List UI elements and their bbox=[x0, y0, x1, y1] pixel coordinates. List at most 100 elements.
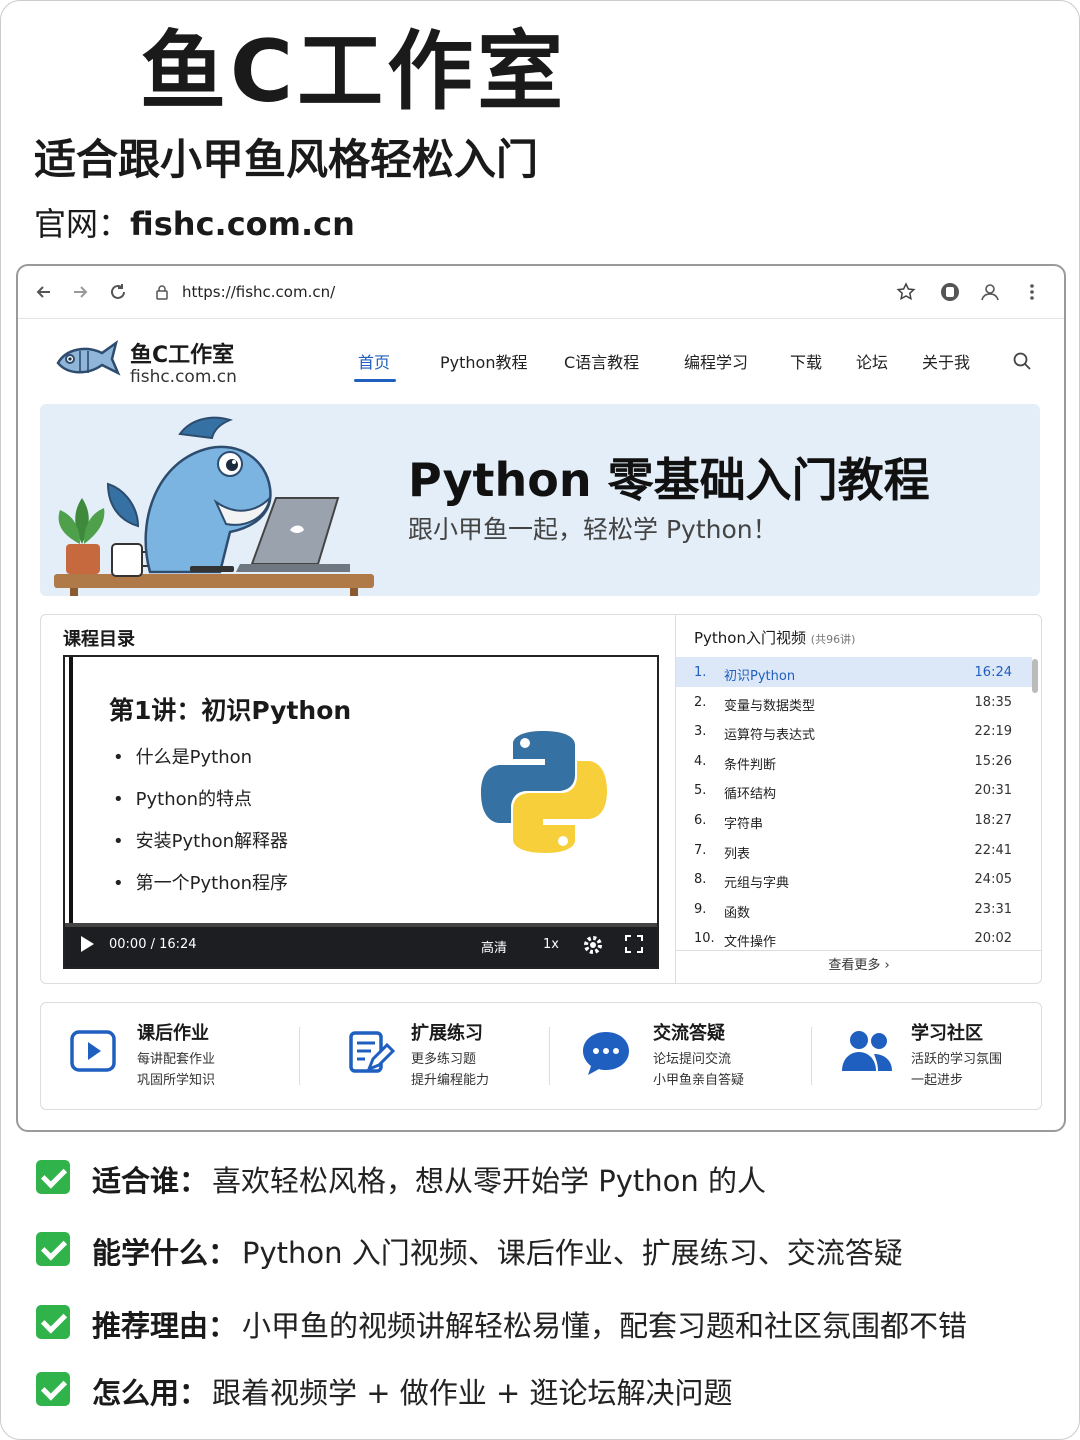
course-section-title: 课程目录 bbox=[63, 629, 135, 650]
edit-note-icon bbox=[347, 1029, 396, 1081]
video-time: 00:00 / 16:24 bbox=[109, 937, 197, 952]
playlist-item-title: 字符串 bbox=[724, 816, 764, 832]
nav-forum[interactable]: 论坛 bbox=[856, 349, 888, 373]
check-text: 喜欢轻松风格，想从零开始学 Python 的人 bbox=[212, 1164, 766, 1198]
playlist-item[interactable]: 1. 初识Python 16:24 bbox=[676, 657, 1032, 687]
feature-desc-line: 一起进步 bbox=[911, 1073, 964, 1088]
playlist-item[interactable]: 8. 元组与字典 24:05 bbox=[676, 864, 1032, 894]
site-url: fishc.com.cn bbox=[130, 205, 355, 243]
nav-active-indicator bbox=[354, 379, 396, 382]
playlist-item-duration: 23:31 bbox=[974, 901, 1012, 917]
playlist-item-duration: 20:31 bbox=[974, 783, 1012, 799]
playlist-item-title: 变量与数据类型 bbox=[724, 698, 816, 714]
checkmark-icon bbox=[36, 1160, 70, 1194]
view-more-link[interactable]: 查看更多 › bbox=[676, 950, 1042, 983]
lesson-bullet: 什么是Python bbox=[113, 743, 288, 769]
playlist-item-number: 4. bbox=[694, 753, 707, 769]
feature-desc: 论坛提问交流 小甲鱼亲自答疑 bbox=[653, 1049, 744, 1091]
feature-desc-line: 更多练习题 bbox=[411, 1052, 477, 1067]
playlist-item-number: 7. bbox=[694, 842, 707, 858]
feature-community[interactable]: 学习社区 活跃的学习氛围 一起进步 bbox=[841, 1003, 1037, 1109]
feature-title: 交流答疑 bbox=[653, 1023, 725, 1044]
playlist: Python入门视频 (共96讲) 1. 初识Python 16:24 2. 变量与数据… bbox=[675, 615, 1042, 983]
nav-c-tutorial[interactable]: C语言教程 bbox=[564, 349, 639, 373]
playlist-rows: 1. 初识Python 16:24 2. 变量与数据类型 18:35 3. 运算符与表达式 22… bbox=[676, 657, 1032, 953]
divider bbox=[811, 1027, 812, 1085]
feature-homework[interactable]: 课后作业 每讲配套作业 巩固所学知识 bbox=[65, 1003, 295, 1109]
back-icon[interactable] bbox=[32, 280, 56, 304]
feature-desc-line: 活跃的学习氛围 bbox=[911, 1052, 1003, 1067]
playlist-item-number: 5. bbox=[694, 783, 707, 799]
banner-title: Python 零基础入门教程 bbox=[408, 453, 930, 507]
check-text: 跟着视频学 + 做作业 + 逛论坛解决问题 bbox=[212, 1376, 733, 1410]
feature-desc: 更多练习题 提升编程能力 bbox=[411, 1049, 489, 1091]
video-player[interactable]: 第1讲：初识Python 什么是Python Python的特点 安装Pytho… bbox=[63, 655, 659, 969]
playlist-item-number: 6. bbox=[694, 812, 707, 828]
feature-qa[interactable]: 交流答疑 论坛提问交流 小甲鱼亲自答疑 bbox=[581, 1003, 801, 1109]
playlist-item[interactable]: 7. 列表 22:41 bbox=[676, 835, 1032, 865]
playlist-item-title: 文件操作 bbox=[724, 935, 777, 951]
lesson-bullet: 第一个Python程序 bbox=[113, 869, 288, 895]
feature-desc: 每讲配套作业 巩固所学知识 bbox=[137, 1049, 215, 1091]
brand-name[interactable]: 鱼C工作室 bbox=[130, 337, 234, 369]
check-label: 推荐理由： bbox=[92, 1309, 238, 1343]
playlist-item[interactable]: 2. 变量与数据类型 18:35 bbox=[676, 687, 1032, 717]
settings-gear-icon[interactable] bbox=[583, 935, 603, 959]
site-nav: 鱼C工作室 fishc.com.cn 首页 Python教程 C语言教程 编程学… bbox=[18, 319, 1064, 405]
brand-url: fishc.com.cn bbox=[130, 367, 237, 387]
video-slide: 第1讲：初识Python 什么是Python Python的特点 安装Pytho… bbox=[69, 657, 657, 923]
nav-programming[interactable]: 编程学习 bbox=[684, 349, 748, 373]
mascot-illustration bbox=[54, 416, 374, 596]
feature-desc-line: 小甲鱼亲自答疑 bbox=[653, 1073, 745, 1088]
video-progress-bar[interactable] bbox=[65, 923, 657, 927]
forward-icon[interactable] bbox=[68, 280, 92, 304]
check-text: Python 入门视频、课后作业、扩展练习、交流答疑 bbox=[242, 1236, 903, 1270]
playlist-item-number: 10. bbox=[694, 931, 715, 947]
banner-subtitle: 跟小甲鱼一起，轻松学 Python！ bbox=[408, 515, 778, 544]
playlist-item-number: 2. bbox=[694, 694, 707, 710]
check-label: 怎么用： bbox=[92, 1376, 209, 1410]
hero-banner: Python 零基础入门教程 跟小甲鱼一起，轻松学 Python！ bbox=[40, 404, 1040, 596]
playlist-item[interactable]: 3. 运算符与表达式 22:19 bbox=[676, 716, 1032, 746]
site-label: 官网： bbox=[34, 205, 131, 243]
address-bar[interactable]: https://fishc.com.cn/ bbox=[182, 283, 335, 301]
playlist-title: Python入门视频 (共96讲) bbox=[694, 627, 855, 648]
features-panel: 课后作业 每讲配套作业 巩固所学知识 扩展练习 更多练习题 提升编程能力 交流答疑 … bbox=[40, 1002, 1042, 1110]
lock-icon bbox=[150, 280, 174, 304]
check-label: 适合谁： bbox=[92, 1164, 209, 1198]
nav-about[interactable]: 关于我 bbox=[922, 349, 970, 373]
extension-icon[interactable] bbox=[938, 280, 962, 304]
feature-title: 课后作业 bbox=[137, 1023, 209, 1044]
quality-button[interactable]: 高清 bbox=[481, 937, 507, 956]
play-icon[interactable] bbox=[79, 935, 95, 957]
search-icon[interactable] bbox=[1010, 349, 1034, 373]
playlist-item-number: 1. bbox=[694, 665, 707, 680]
playlist-item-duration: 18:27 bbox=[974, 812, 1012, 828]
playlist-item-title: 循环结构 bbox=[724, 787, 777, 803]
playlist-item-title: 条件判断 bbox=[724, 757, 777, 773]
nav-download[interactable]: 下载 bbox=[790, 349, 822, 373]
profile-icon[interactable] bbox=[978, 280, 1002, 304]
nav-home[interactable]: 首页 bbox=[358, 349, 390, 373]
python-logo-icon bbox=[481, 731, 607, 853]
playlist-item[interactable]: 9. 函数 23:31 bbox=[676, 894, 1032, 924]
fullscreen-icon[interactable] bbox=[625, 935, 643, 957]
page-subtitle: 适合跟小甲鱼风格轻松入门 bbox=[34, 135, 539, 184]
speed-button[interactable]: 1x bbox=[543, 937, 559, 952]
reload-icon[interactable] bbox=[106, 280, 130, 304]
playlist-scrollbar[interactable] bbox=[1032, 659, 1038, 693]
playlist-item-duration: 24:05 bbox=[974, 872, 1012, 888]
playlist-item[interactable]: 10. 文件操作 20:02 bbox=[676, 923, 1032, 953]
checkmark-icon bbox=[36, 1232, 70, 1266]
more-menu-icon[interactable] bbox=[1020, 280, 1044, 304]
playlist-item[interactable]: 4. 条件判断 15:26 bbox=[676, 746, 1032, 776]
star-icon[interactable] bbox=[894, 280, 918, 304]
playlist-item[interactable]: 5. 循环结构 20:31 bbox=[676, 775, 1032, 805]
fish-logo-icon[interactable] bbox=[52, 337, 122, 391]
divider bbox=[549, 1027, 550, 1085]
playlist-item[interactable]: 6. 字符串 18:27 bbox=[676, 805, 1032, 835]
feature-practice[interactable]: 扩展练习 更多练习题 提升编程能力 bbox=[347, 1003, 557, 1109]
nav-python-tutorial[interactable]: Python教程 bbox=[440, 349, 527, 373]
lesson-bullets: 什么是Python Python的特点 安装Python解释器 第一个Pytho… bbox=[113, 743, 288, 911]
playlist-item-title: 函数 bbox=[724, 905, 751, 921]
